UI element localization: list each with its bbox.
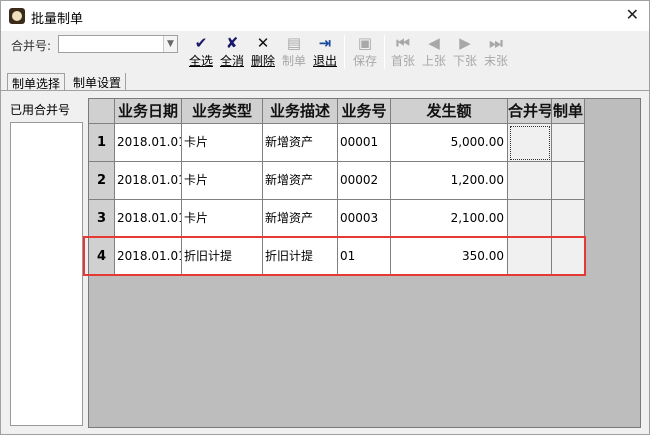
used-merge-numbers-list[interactable] <box>10 122 83 426</box>
table-row[interactable]: 2 2018.01.01 卡片 新增资产 00002 1,200.00 <box>89 162 586 200</box>
header-voucher: 制单 <box>552 99 585 124</box>
cell-amount: 5,000.00 <box>391 124 508 162</box>
header-business-date: 业务日期 <box>115 99 182 124</box>
save-button[interactable]: ▣ 保存 <box>350 33 380 71</box>
toolbar: 合并号: ▼ ✔ 全选 ✘ 全消 ✕ 删除 ▤ 制单 ⇥ 退出 ▣ 保存 ⏮ 首… <box>1 31 649 73</box>
used-merge-numbers-label: 已用合并号 <box>10 103 71 117</box>
next-label: 下张 <box>452 54 477 68</box>
toolbar-separator <box>344 35 345 69</box>
prev-page-button[interactable]: ◀ 上张 <box>419 33 449 71</box>
cell-business-date: 2018.01.01 <box>115 124 182 162</box>
cell-business-description: 折旧计提 <box>263 238 338 276</box>
merge-number-select[interactable]: ▼ <box>58 35 178 53</box>
header-business-description: 业务描述 <box>263 99 338 124</box>
cell-business-type: 折旧计提 <box>182 238 263 276</box>
tab-strip: 制单选择 制单设置 <box>1 73 649 91</box>
toolbar-separator <box>384 35 385 69</box>
make-voucher-label: 制单 <box>281 54 306 68</box>
first-icon: ⏮ <box>396 34 410 52</box>
cell-merge-number[interactable] <box>508 238 552 276</box>
voucher-grid[interactable]: 业务日期 业务类型 业务描述 业务号 发生额 合并号 制单 1 2018.01.… <box>88 98 641 428</box>
row-number: 2 <box>89 162 115 200</box>
cell-business-number: 01 <box>338 238 391 276</box>
last-page-button[interactable]: ⏭ 末张 <box>481 33 511 71</box>
cell-amount: 2,100.00 <box>391 200 508 238</box>
chevron-down-icon[interactable]: ▼ <box>163 36 177 52</box>
row-number: 1 <box>89 124 115 162</box>
deselect-all-icon: ✘ <box>225 34 239 52</box>
cell-business-description: 新增资产 <box>263 200 338 238</box>
select-all-icon: ✔ <box>194 34 208 52</box>
cell-amount: 350.00 <box>391 238 508 276</box>
cell-business-date: 2018.01.01 <box>115 200 182 238</box>
cell-business-number: 00002 <box>338 162 391 200</box>
make-voucher-button[interactable]: ▤ 制单 <box>279 33 309 71</box>
cell-merge-number[interactable] <box>508 124 552 162</box>
prev-icon: ◀ <box>428 34 440 52</box>
next-page-button[interactable]: ▶ 下张 <box>450 33 480 71</box>
cell-business-type: 卡片 <box>182 124 263 162</box>
exit-button[interactable]: ⇥ 退出 <box>310 33 340 71</box>
save-label: 保存 <box>352 54 377 68</box>
deselect-all-button[interactable]: ✘ 全消 <box>217 33 247 71</box>
grid-header: 业务日期 业务类型 业务描述 业务号 发生额 合并号 制单 <box>89 99 586 124</box>
delete-button[interactable]: ✕ 删除 <box>248 33 278 71</box>
delete-icon: ✕ <box>256 34 270 52</box>
header-amount: 发生额 <box>391 99 508 124</box>
close-icon[interactable]: ✕ <box>626 6 639 24</box>
cell-business-number: 00003 <box>338 200 391 238</box>
make-voucher-icon: ▤ <box>286 34 302 52</box>
table-row[interactable]: 1 2018.01.01 卡片 新增资产 00001 5,000.00 <box>89 124 586 162</box>
cell-voucher[interactable] <box>552 238 585 276</box>
row-number: 3 <box>89 200 115 238</box>
select-all-button[interactable]: ✔ 全选 <box>186 33 216 71</box>
cell-voucher[interactable] <box>552 162 585 200</box>
app-icon <box>9 8 25 24</box>
deselect-all-label: 全消 <box>219 54 244 68</box>
cell-business-number: 00001 <box>338 124 391 162</box>
cell-business-date: 2018.01.01 <box>115 238 182 276</box>
delete-label: 删除 <box>250 54 275 68</box>
window-title: 批量制单 <box>31 12 84 27</box>
cell-voucher[interactable] <box>552 200 585 238</box>
cell-business-type: 卡片 <box>182 162 263 200</box>
tab-voucher-settings[interactable]: 制单设置 <box>69 73 127 91</box>
last-label: 末张 <box>483 54 508 68</box>
cell-business-type: 卡片 <box>182 200 263 238</box>
cell-amount: 1,200.00 <box>391 162 508 200</box>
table-row[interactable]: 3 2018.01.01 卡片 新增资产 00003 2,100.00 <box>89 200 586 238</box>
cell-business-description: 新增资产 <box>263 162 338 200</box>
next-icon: ▶ <box>459 34 471 52</box>
tab-voucher-selection[interactable]: 制单选择 <box>7 73 66 91</box>
first-page-button[interactable]: ⏮ 首张 <box>388 33 418 71</box>
cell-merge-number[interactable] <box>508 162 552 200</box>
cell-business-description: 新增资产 <box>263 124 338 162</box>
prev-label: 上张 <box>421 54 446 68</box>
first-label: 首张 <box>390 54 415 68</box>
cell-business-date: 2018.01.01 <box>115 162 182 200</box>
header-row-number <box>89 99 115 124</box>
title-bar: 批量制单 ✕ <box>1 1 649 31</box>
merge-number-label: 合并号: <box>11 39 52 53</box>
header-business-number: 业务号 <box>338 99 391 124</box>
tab-divider <box>1 90 649 91</box>
header-business-type: 业务类型 <box>182 99 263 124</box>
row-number: 4 <box>89 238 115 276</box>
table-row[interactable]: 4 2018.01.01 折旧计提 折旧计提 01 350.00 <box>89 238 586 276</box>
exit-icon: ⇥ <box>318 34 332 52</box>
header-merge-number: 合并号 <box>508 99 552 124</box>
exit-label: 退出 <box>312 54 337 68</box>
last-icon: ⏭ <box>489 34 503 52</box>
save-icon: ▣ <box>357 34 373 52</box>
batch-voucher-window: 批量制单 ✕ 合并号: ▼ ✔ 全选 ✘ 全消 ✕ 删除 ▤ 制单 ⇥ 退出 ▣… <box>0 0 650 435</box>
cell-voucher[interactable] <box>552 124 585 162</box>
cell-merge-number[interactable] <box>508 200 552 238</box>
select-all-label: 全选 <box>188 54 213 68</box>
